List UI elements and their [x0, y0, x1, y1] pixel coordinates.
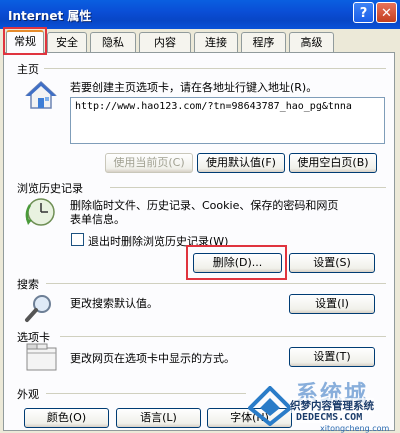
- tab-programs[interactable]: 程序: [241, 32, 286, 52]
- delete-highlight-box: [186, 245, 287, 280]
- tabs-settings-button[interactable]: 设置(T): [289, 347, 375, 367]
- tabs-divider: [60, 336, 386, 337]
- history-clock-icon: [25, 198, 55, 226]
- use-default-button[interactable]: 使用默认值(F): [197, 153, 285, 173]
- history-description-line-2: 表单信息。: [70, 213, 125, 226]
- history-settings-button[interactable]: 设置(S): [289, 253, 375, 273]
- watermark-line-2: DEDECMS.COM: [296, 412, 363, 423]
- languages-button[interactable]: 语言(L): [116, 408, 201, 428]
- appearance-group-label: 外观: [17, 388, 39, 401]
- watermark-logo-icon: [248, 386, 292, 426]
- tab-advanced[interactable]: 高级: [289, 32, 334, 52]
- search-group-label: 搜索: [17, 278, 39, 291]
- use-current-button[interactable]: 使用当前页(C): [105, 153, 193, 173]
- home-page-url-input[interactable]: http://www.hao123.com/?tn=98643787_hao_p…: [70, 97, 385, 144]
- home-divider: [44, 68, 386, 69]
- close-button[interactable]: ✕: [376, 2, 397, 23]
- home-description: 若要创建主页选项卡，请在各地址行键入地址(R)。: [70, 81, 318, 94]
- tab-content[interactable]: 内容: [139, 32, 191, 52]
- tabs-description: 更改网页在选项卡中显示的方式。: [70, 352, 235, 365]
- history-divider: [110, 187, 386, 188]
- appearance-divider: [46, 393, 246, 394]
- watermark-line-3: xitongcheng.com: [320, 424, 390, 433]
- watermark-line-1: 织梦内容管理系统: [290, 398, 374, 413]
- home-group-label: 主页: [17, 63, 39, 76]
- window-title: Internet 属性: [8, 9, 92, 23]
- use-blank-button[interactable]: 使用空白页(B): [289, 153, 377, 173]
- tab-highlight-box: [3, 27, 47, 55]
- tabbed-window-icon: [26, 343, 57, 371]
- colors-button[interactable]: 颜色(O): [24, 408, 109, 428]
- house-icon: [25, 80, 57, 109]
- help-button[interactable]: ?: [353, 2, 374, 23]
- search-settings-button[interactable]: 设置(I): [289, 294, 375, 314]
- search-description: 更改搜索默认值。: [70, 297, 158, 310]
- tab-privacy[interactable]: 隐私: [90, 32, 136, 52]
- delete-on-exit-checkbox[interactable]: [71, 233, 84, 246]
- tab-security[interactable]: 安全: [47, 32, 87, 52]
- history-group-label: 浏览历史记录: [17, 182, 83, 195]
- magnifier-icon: [25, 295, 51, 322]
- search-divider: [46, 283, 386, 284]
- tab-connections[interactable]: 连接: [194, 32, 238, 52]
